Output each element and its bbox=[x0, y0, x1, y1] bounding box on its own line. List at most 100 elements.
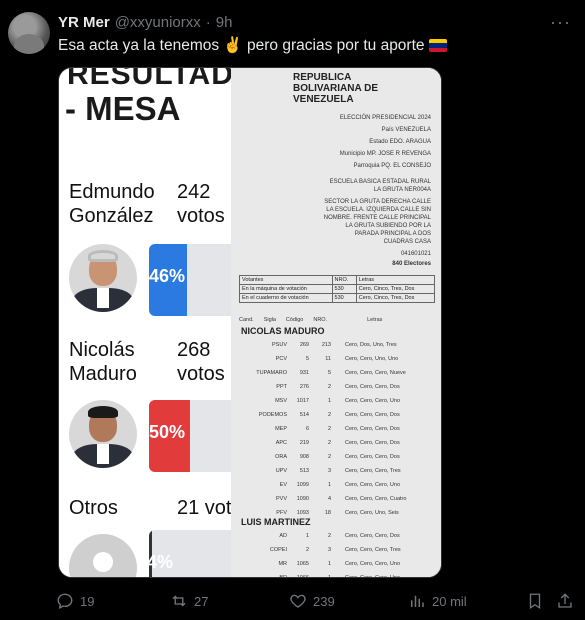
candidate-2-photo bbox=[69, 400, 137, 468]
candidate-2-name: Nicolás Maduro bbox=[69, 339, 137, 385]
repost-button[interactable]: 27 bbox=[170, 592, 208, 610]
candidate-3-name: Otros bbox=[69, 497, 118, 519]
party-cell: 513 bbox=[299, 467, 309, 474]
bookmark-button[interactable] bbox=[526, 592, 544, 610]
party-cell: Cero, Cero, Cero, Tres bbox=[345, 467, 401, 474]
party-cell: AD bbox=[279, 532, 287, 539]
col-header: NRO. bbox=[313, 317, 328, 323]
acta-municipio: Municipio MP. JOSE R REVENGA bbox=[339, 151, 431, 157]
party-cell: Cero, Cero, Cero, Dos bbox=[345, 411, 400, 418]
candidate-1-bar: 46% bbox=[149, 244, 231, 316]
votantes-cell: 530 bbox=[331, 293, 357, 303]
acta-pais: País VENEZUELA bbox=[381, 127, 431, 133]
party-cell: 213 bbox=[321, 341, 331, 348]
candidate-3-bar: 4% bbox=[149, 530, 231, 577]
tweet-actions: 19 27 239 20 mil bbox=[52, 592, 577, 616]
party-cell: Cero, Cero, Cero, Cuatro bbox=[345, 495, 407, 502]
party-cell: 2 bbox=[327, 453, 331, 460]
party-row: TUPAMARO 931 5 Cero, Cero, Cero, Nueve bbox=[239, 366, 435, 379]
party-row: PVV 1090 4 Cero, Cero, Cero, Cuatro bbox=[239, 492, 435, 505]
candidate-3-photo bbox=[69, 534, 137, 577]
col-header: Letras bbox=[367, 317, 383, 323]
party-cell: Cero, Cero, Cero, Uno bbox=[345, 481, 401, 488]
party-cell: PSUV bbox=[272, 341, 287, 348]
views-chart-icon bbox=[411, 595, 424, 607]
party-cell: 276 bbox=[299, 383, 309, 390]
party-cell: Cero, Cero, Uno, Seis bbox=[345, 509, 399, 516]
party-cell: 908 bbox=[299, 453, 309, 460]
party-cell: 2 bbox=[327, 439, 331, 446]
candidate-1-name: Edmundo González bbox=[69, 181, 155, 227]
party-cell: 1 bbox=[327, 560, 331, 567]
party-cell: Cero, Cero, Cero, Tres bbox=[345, 546, 401, 553]
author-avatar[interactable] bbox=[8, 12, 50, 54]
party-row: UPV 513 3 Cero, Cero, Cero, Tres bbox=[239, 464, 435, 477]
votantes-cell: En el cuaderno de votación bbox=[239, 293, 333, 303]
tweet-time[interactable]: 9h bbox=[216, 14, 233, 31]
party-cell: 1 bbox=[327, 397, 331, 404]
like-button[interactable]: 239 bbox=[289, 592, 335, 610]
party-cell: PCV bbox=[275, 355, 287, 362]
candidate-1-percent: 46% bbox=[149, 266, 186, 286]
acta-parroquia: Parroquia PQ. EL CONSEJO bbox=[353, 163, 431, 169]
party-cell: Cero, Cero, Cero, Dos bbox=[345, 439, 400, 446]
acta-estado: Estado EDO. ARAGUA bbox=[369, 139, 431, 145]
party-row: PCV 5 11 Cero, Cero, Uno, Uno bbox=[239, 352, 435, 365]
author-handle[interactable]: @xxyuniorxx bbox=[115, 14, 201, 31]
party-cell: Cero, Cero, Cero, Dos bbox=[345, 425, 400, 432]
reply-button[interactable]: 19 bbox=[56, 592, 94, 610]
reply-count: 19 bbox=[80, 593, 95, 609]
candidate-3-percent: 4% bbox=[149, 552, 174, 572]
author-name[interactable]: YR Mer bbox=[58, 14, 110, 31]
party-row: EV 1099 1 Cero, Cero, Cero, Uno bbox=[239, 478, 435, 491]
party-row: PODEMOS 514 2 Cero, Cero, Cero, Dos bbox=[239, 408, 435, 421]
votantes-cell: Cero, Cinco, Tres, Dos bbox=[355, 284, 436, 294]
views-button[interactable]: 20 mil bbox=[408, 592, 467, 610]
acta-codigo: 041601021 bbox=[400, 251, 431, 257]
venezuela-flag-icon bbox=[428, 39, 447, 52]
share-button[interactable] bbox=[556, 592, 574, 610]
party-row: MSV 1017 1 Cero, Cero, Cero, Uno bbox=[239, 394, 435, 407]
party-cell: UPV bbox=[275, 467, 287, 474]
acta-electores: 840 Electores bbox=[392, 261, 431, 267]
party-cell: 1017 bbox=[296, 397, 309, 404]
acta-header-line: BOLIVARIANA DE bbox=[293, 83, 378, 94]
party-cell: 1090 bbox=[296, 495, 309, 502]
party-cell: 2 bbox=[327, 383, 331, 390]
party-cell: 1 bbox=[305, 532, 309, 539]
party-cell: 1065 bbox=[296, 560, 309, 567]
results-title: - MESA bbox=[65, 90, 181, 127]
section-luis-martinez: LUIS MARTINEZ bbox=[241, 517, 311, 527]
party-cell: 514 bbox=[299, 411, 309, 418]
more-options-icon[interactable]: ··· bbox=[550, 12, 571, 33]
candidate-1-photo bbox=[69, 244, 137, 312]
heart-icon bbox=[290, 594, 306, 608]
bookmark-icon bbox=[529, 593, 541, 610]
share-icon bbox=[558, 593, 572, 608]
acta-escuela-2: LA GRUTA NER004A bbox=[373, 187, 431, 193]
col-header: Sigla bbox=[263, 317, 276, 323]
candidate-2-votes: 268 votos bbox=[177, 339, 225, 385]
tweet-media-image[interactable]: RESULTADOS - MESA Edmundo González 242 v… bbox=[58, 67, 442, 578]
party-column-headers: Cand. Sigla Código NRO. Letras bbox=[239, 317, 435, 323]
col-header: Código bbox=[285, 317, 304, 323]
party-cell: 219 bbox=[299, 439, 309, 446]
party-cell: 1 bbox=[327, 574, 331, 578]
party-row: COPEI 2 3 Cero, Cero, Cero, Tres bbox=[239, 543, 435, 556]
party-cell: 2 bbox=[327, 532, 331, 539]
party-row: MR 1065 1 Cero, Cero, Cero, Uno bbox=[239, 557, 435, 570]
party-cell: 3 bbox=[327, 546, 331, 553]
party-cell: 1099 bbox=[296, 481, 309, 488]
party-row: PPT 276 2 Cero, Cero, Cero, Dos bbox=[239, 380, 435, 393]
votantes-col: NRO. bbox=[331, 275, 357, 285]
party-cell: 4 bbox=[327, 495, 331, 502]
party-cell: Cero, Cero, Cero, Dos bbox=[345, 383, 400, 390]
party-cell: MEP bbox=[275, 425, 287, 432]
candidate-2-bar: 50% bbox=[149, 400, 231, 472]
party-cell: 6 bbox=[305, 425, 309, 432]
party-cell: 1066 bbox=[296, 574, 309, 578]
party-cell: MR bbox=[278, 560, 287, 567]
acta-direccion-6: CUADRAS CASA bbox=[383, 239, 431, 245]
party-cell: 2 bbox=[327, 425, 331, 432]
like-count: 239 bbox=[313, 593, 335, 609]
